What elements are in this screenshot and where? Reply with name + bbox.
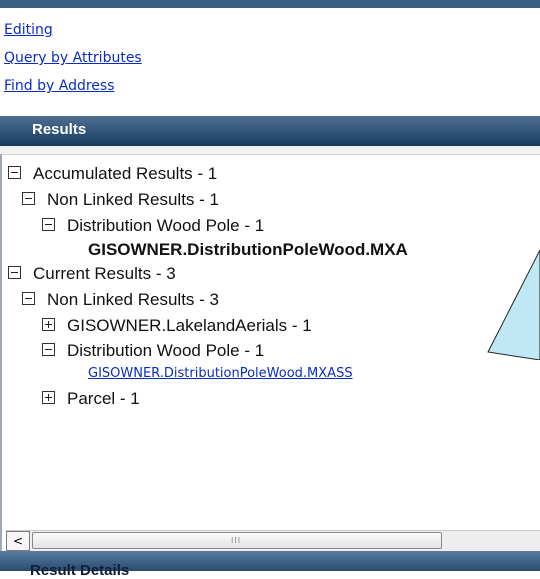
expand-icon[interactable] xyxy=(42,318,55,332)
collapse-icon[interactable] xyxy=(42,343,55,357)
tree-node-accumulated-results[interactable]: Accumulated Results - 1 xyxy=(8,162,217,186)
collapse-icon[interactable] xyxy=(22,192,35,206)
results-tree: Accumulated Results - 1 Non Linked Resul… xyxy=(0,154,540,530)
tree-node-non-linked-results-3[interactable]: Non Linked Results - 3 xyxy=(22,288,219,312)
horizontal-scrollbar[interactable]: < III xyxy=(6,530,540,552)
result-details-header[interactable]: Result Details xyxy=(0,551,540,579)
expand-icon[interactable] xyxy=(42,391,55,405)
arrow-left-icon: < xyxy=(12,534,24,548)
grip-icon: III xyxy=(231,536,242,545)
scroll-left-button[interactable]: < xyxy=(6,531,30,551)
collapse-icon[interactable] xyxy=(42,218,55,232)
find-by-address-link[interactable]: Find by Address xyxy=(4,74,142,102)
top-bar xyxy=(0,0,540,8)
tree-node-non-linked-results-1[interactable]: Non Linked Results - 1 xyxy=(22,188,219,212)
query-by-attributes-link[interactable]: Query by Attributes xyxy=(4,46,142,74)
tree-node-parcel[interactable]: Parcel - 1 xyxy=(42,387,140,411)
editing-link[interactable]: Editing xyxy=(4,18,142,46)
nav-links: Editing Query by Attributes Find by Addr… xyxy=(4,18,142,102)
tree-node-lakeland-aerials[interactable]: GISOWNER.LakelandAerials - 1 xyxy=(42,314,312,338)
result-link[interactable]: GISOWNER.DistributionPoleWood.MXASS xyxy=(88,366,353,381)
scroll-thumb[interactable]: III xyxy=(32,532,442,549)
tree-node-current-results[interactable]: Current Results - 3 xyxy=(8,262,176,286)
tree-node-distribution-wood-pole-1[interactable]: Distribution Wood Pole - 1 xyxy=(42,214,264,238)
tree-leaf-pole-accumulated[interactable]: GISOWNER.DistributionPoleWood.MXA xyxy=(88,238,408,262)
results-header: Results xyxy=(0,116,540,146)
tree-leaf-pole-link[interactable]: GISOWNER.DistributionPoleWood.MXASS xyxy=(88,360,353,384)
collapse-icon[interactable] xyxy=(22,292,35,306)
collapse-icon[interactable] xyxy=(8,266,21,280)
collapse-icon[interactable] xyxy=(8,166,21,180)
